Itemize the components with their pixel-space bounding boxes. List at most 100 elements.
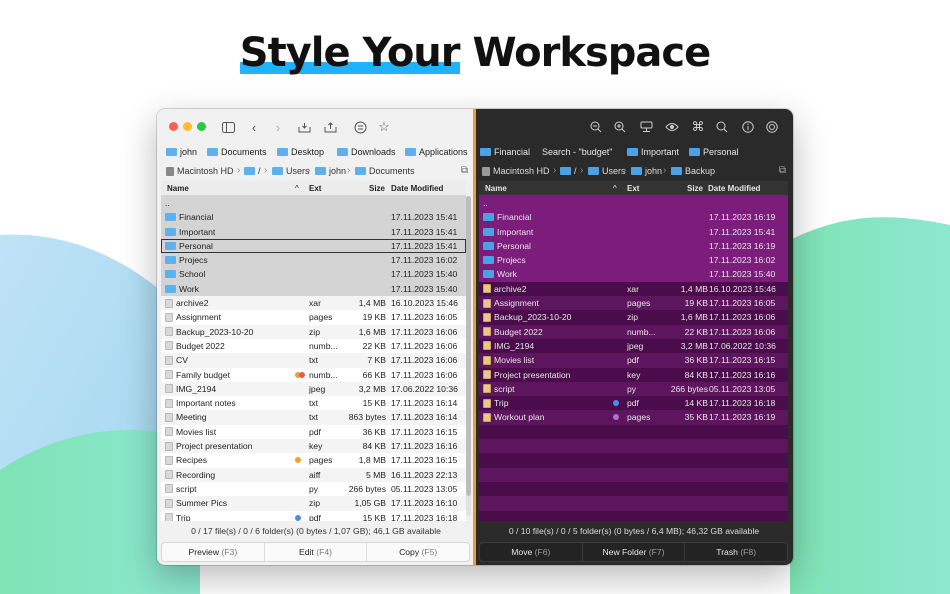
file-row[interactable]: Summer Pics zip 1,05 GB 17.11.2023 16:10 <box>161 496 466 511</box>
file-row[interactable]: archive2 xar 1,4 MB 16.10.2023 15:46 <box>479 282 788 296</box>
folder-row[interactable]: Personal 17.11.2023 15:41 <box>161 238 466 254</box>
breadcrumb-item[interactable]: Users <box>588 166 626 176</box>
file-row[interactable]: Backup_2023-10-20 zip 1,6 MB 17.11.2023 16:… <box>161 324 466 339</box>
file-row[interactable]: script py 266 bytes 05.11.2023 13:05 <box>161 482 466 496</box>
folder-row[interactable]: Important 17.11.2023 15:41 <box>479 224 788 239</box>
file-row[interactable]: Trip pdf 15 KB 17.11.2023 16:18 <box>161 511 466 521</box>
file-row[interactable]: Project presentation key 84 KB 17.11.2023 1… <box>479 368 788 382</box>
breadcrumb-item[interactable]: Macintosh HD <box>166 166 234 176</box>
file-row[interactable]: Trip pdf 14 KB 17.11.2023 16:18 <box>479 396 788 410</box>
breadcrumb-item[interactable]: / <box>560 166 577 176</box>
left-file-list[interactable]: Name ^ Ext Size Date Modified .. Financia… <box>161 181 466 521</box>
list-icon[interactable] <box>351 118 369 136</box>
preview-button[interactable]: Preview (F3) <box>162 543 264 561</box>
move-button[interactable]: Move (F6) <box>480 543 582 561</box>
favorite-item[interactable]: Important <box>627 147 679 157</box>
file-row[interactable]: CV txt 7 KB 17.11.2023 16:06 <box>161 353 466 368</box>
file-row[interactable]: archive2 xar 1,4 MB 16.10.2023 15:46 <box>161 296 466 311</box>
file-row[interactable]: Budget 2022 numb... 22 KB 17.11.2023 16:06 <box>479 324 788 339</box>
favorite-item[interactable]: Financial <box>480 147 530 157</box>
file-row[interactable]: Backup_2023-10-20 zip 1,6 MB 17.11.2023 16:… <box>479 310 788 324</box>
minimize-window-button[interactable] <box>183 122 192 131</box>
file-row[interactable]: Meeting txt 863 bytes 17.11.2023 16:14 <box>161 410 466 425</box>
favorite-item[interactable]: john <box>166 147 197 157</box>
column-header-ext[interactable]: Ext <box>627 184 639 193</box>
star-icon[interactable]: ☆ <box>375 118 393 136</box>
copy-path-icon[interactable]: ⧉ <box>461 165 468 176</box>
left-scrollbar[interactable] <box>466 196 471 516</box>
search-icon[interactable] <box>713 118 731 136</box>
column-header-name[interactable]: Name <box>167 184 189 193</box>
breadcrumb-item[interactable]: Macintosh HD <box>482 166 550 176</box>
breadcrumb-item[interactable]: john <box>315 166 346 176</box>
folder-row[interactable]: Work 17.11.2023 15:40 <box>479 267 788 282</box>
column-header-date[interactable]: Date Modified <box>708 184 760 193</box>
column-header-date[interactable]: Date Modified <box>391 184 443 193</box>
row-name: archive2 <box>165 298 208 308</box>
inbox-out-icon[interactable] <box>321 118 339 136</box>
edit-button[interactable]: Edit (F4) <box>263 543 367 561</box>
pane-divider[interactable] <box>473 109 476 565</box>
favorite-item[interactable]: Search - "budget" <box>542 147 612 157</box>
copy-path-icon[interactable]: ⧉ <box>779 165 786 176</box>
file-row[interactable]: Workout plan pages 35 KB 17.11.2023 16:19 <box>479 410 788 425</box>
command-icon[interactable]: ⌘ <box>689 118 707 136</box>
column-header-size[interactable]: Size <box>369 184 385 193</box>
file-row[interactable]: script py 266 bytes 05.11.2023 13:05 <box>479 381 788 397</box>
breadcrumb-item[interactable]: Users <box>272 166 310 176</box>
favorite-item[interactable]: Documents <box>207 147 267 157</box>
zoom-out-icon[interactable] <box>587 118 605 136</box>
inbox-in-icon[interactable] <box>295 118 313 136</box>
right-pane[interactable]: ⌘ Financial Search - "budget" Important … <box>475 109 793 565</box>
folder-row[interactable]: Work 17.11.2023 15:40 <box>161 281 466 297</box>
file-row[interactable]: Movies list pdf 36 KB 17.11.2023 16:15 <box>161 425 466 439</box>
folder-row[interactable]: Important 17.11.2023 15:41 <box>161 224 466 239</box>
favorite-item[interactable]: Personal <box>689 147 739 157</box>
breadcrumb-item[interactable]: Backup <box>671 166 715 176</box>
scrollbar-thumb[interactable] <box>466 196 471 496</box>
file-row[interactable]: Important notes txt 15 KB 17.11.2023 16:14 <box>161 396 466 410</box>
close-window-button[interactable] <box>169 122 178 131</box>
favorite-item[interactable]: Desktop <box>277 147 324 157</box>
folder-row[interactable]: School 17.11.2023 15:40 <box>161 267 466 282</box>
file-row[interactable]: IMG_2194 jpeg 3,2 MB 17.06.2022 10:36 <box>161 381 466 397</box>
drive-icon[interactable] <box>637 118 655 136</box>
info-icon[interactable] <box>739 118 757 136</box>
back-icon[interactable]: ‹ <box>245 118 263 136</box>
file-row[interactable]: Movies list pdf 36 KB 17.11.2023 16:15 <box>479 353 788 368</box>
breadcrumb-item[interactable]: / <box>244 166 261 176</box>
column-header-ext[interactable]: Ext <box>309 184 321 193</box>
file-row[interactable]: Project presentation key 84 KB 17.11.2023 1… <box>161 439 466 454</box>
column-header-name[interactable]: Name <box>485 184 507 193</box>
folder-row[interactable]: Financial 17.11.2023 16:19 <box>479 210 788 225</box>
breadcrumb-item[interactable]: john <box>631 166 662 176</box>
file-row[interactable]: Recording aiff 5 MB 16.11.2023 22:13 <box>161 467 466 482</box>
sidebar-icon[interactable] <box>219 118 237 136</box>
trash-button[interactable]: Trash (F8) <box>684 543 787 561</box>
zoom-in-icon[interactable] <box>611 118 629 136</box>
folder-row[interactable]: Personal 17.11.2023 16:19 <box>479 238 788 254</box>
zoom-window-button[interactable] <box>197 122 206 131</box>
eye-icon[interactable] <box>663 118 681 136</box>
column-header-size[interactable]: Size <box>687 184 703 193</box>
folder-row[interactable]: Projecs 17.11.2023 16:02 <box>479 253 788 268</box>
file-row[interactable]: Family budget numb... 66 KB 17.11.2023 16:0… <box>161 368 466 382</box>
parent-dir-row[interactable]: .. <box>161 196 466 211</box>
left-pane[interactable]: ‹ › ☆ john Documents Desktop Downloads A… <box>157 109 475 565</box>
parent-dir-row[interactable]: .. <box>479 196 788 211</box>
folder-row[interactable]: Projecs 17.11.2023 16:02 <box>161 253 466 268</box>
file-row[interactable]: IMG_2194 jpeg 3,2 MB 17.06.2022 10:36 <box>479 339 788 353</box>
forward-icon[interactable]: › <box>269 118 287 136</box>
favorite-item[interactable]: Downloads <box>337 147 396 157</box>
favorite-item[interactable]: Applications <box>405 147 468 157</box>
file-row[interactable]: Recipes pages 1,8 MB 17.11.2023 16:15 <box>161 453 466 467</box>
breadcrumb-item[interactable]: Documents <box>355 166 415 176</box>
new-folder-button[interactable]: New Folder (F7) <box>581 543 685 561</box>
sync-icon[interactable] <box>763 118 781 136</box>
file-row[interactable]: Assignment pages 19 KB 17.11.2023 16:05 <box>479 296 788 311</box>
copy-button[interactable]: Copy (F5) <box>366 543 469 561</box>
file-row[interactable]: Assignment pages 19 KB 17.11.2023 16:05 <box>161 310 466 324</box>
right-file-list[interactable]: Name ^ Ext Size Date Modified .. Financia… <box>479 181 788 521</box>
folder-row[interactable]: Financial 17.11.2023 15:41 <box>161 210 466 225</box>
file-row[interactable]: Budget 2022 numb... 22 KB 17.11.2023 16:06 <box>161 339 466 353</box>
